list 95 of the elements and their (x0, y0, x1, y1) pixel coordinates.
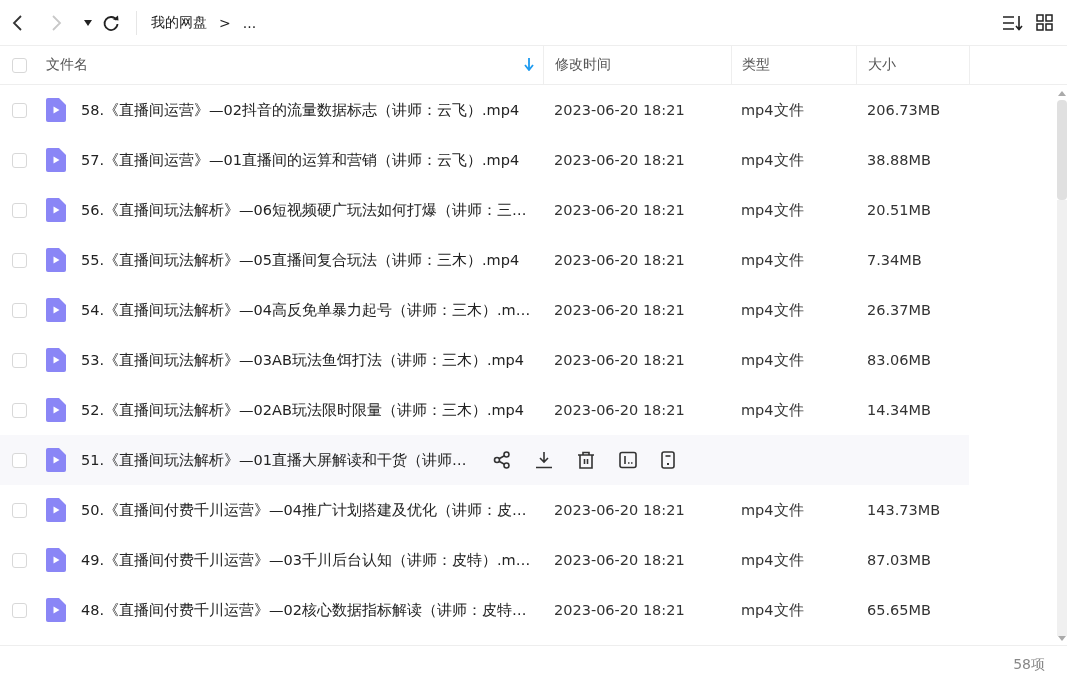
breadcrumb-item[interactable]: ... (242, 14, 257, 31)
video-file-icon (46, 298, 66, 322)
modified-time: 2023-06-20 18:21 (554, 252, 685, 268)
file-size: 14.34MB (867, 402, 931, 418)
file-name[interactable]: 49.《直播间付费千川运营》—03千川后台认知（讲师：皮特）.m… (81, 550, 531, 570)
file-name[interactable]: 57.《直播间运营》—01直播间的运算和营销（讲师：云飞）.mp4 (81, 150, 520, 170)
file-row[interactable]: 51.《直播间玩法解析》—01直播大屏解读和干货（讲师… (0, 435, 969, 485)
row-checkbox[interactable] (12, 552, 27, 568)
row-checkbox[interactable] (12, 502, 27, 518)
row-checkbox[interactable] (12, 202, 27, 218)
file-type: mp4文件 (741, 150, 804, 170)
breadcrumb-item[interactable]: 我的网盘 (151, 13, 207, 32)
file-name[interactable]: 51.《直播间玩法解析》—01直播大屏解读和干货（讲师… (81, 450, 467, 470)
file-size: 206.73MB (867, 102, 941, 118)
file-row[interactable]: 48.《直播间付费千川运营》—02核心数据指标解读（讲师：皮特… 2023-06-20 18:21 mp4文件 65.65MB (0, 585, 969, 635)
video-file-icon (46, 148, 66, 172)
refresh-icon[interactable] (102, 13, 120, 32)
file-row[interactable]: 49.《直播间付费千川运营》—03千川后台认知（讲师：皮特）.m… 2023-06-20 18:21 mp4文件 87.03MB (0, 535, 969, 585)
video-file-icon (46, 198, 66, 222)
details-icon[interactable] (661, 451, 675, 469)
grid-view-icon[interactable] (1036, 14, 1053, 31)
video-file-icon (46, 498, 66, 522)
select-all-checkbox[interactable] (12, 57, 27, 73)
back-button[interactable] (12, 13, 24, 32)
row-checkbox[interactable] (12, 252, 27, 268)
file-size: 38.88MB (867, 152, 931, 168)
video-file-icon (46, 98, 66, 122)
dropdown-caret-icon[interactable] (84, 19, 92, 26)
video-file-icon (46, 448, 66, 472)
file-type: mp4文件 (741, 200, 804, 220)
file-row[interactable]: 55.《直播间玩法解析》—05直播间复合玩法（讲师：三木）.mp4 2023-06-20 18:21 mp4文件 7.34MB (0, 235, 969, 285)
row-checkbox[interactable] (12, 602, 27, 618)
row-checkbox[interactable] (12, 302, 27, 318)
file-type: mp4文件 (741, 500, 804, 520)
row-checkbox[interactable] (12, 152, 27, 168)
download-icon[interactable] (535, 451, 553, 469)
modified-time: 2023-06-20 18:21 (554, 202, 685, 218)
file-type: mp4文件 (741, 100, 804, 120)
file-size: 7.34MB (867, 252, 922, 268)
file-size: 26.37MB (867, 302, 931, 318)
breadcrumb-separator: > (219, 14, 231, 31)
modified-time: 2023-06-20 18:21 (554, 602, 685, 618)
rename-icon[interactable] (619, 451, 637, 469)
modified-time: 2023-06-20 18:21 (554, 552, 685, 568)
file-row[interactable]: 52.《直播间玩法解析》—02AB玩法限时限量（讲师：三木）.mp4 2023-06-20 18:21 mp4文件 14.34MB (0, 385, 969, 435)
row-checkbox[interactable] (12, 352, 27, 368)
column-header[interactable]: 类型 (742, 56, 770, 74)
file-row[interactable]: 58.《直播间运营》—02抖音的流量数据标志（讲师：云飞）.mp4 2023-06-20 18:21 mp4文件 206.73MB (0, 85, 969, 135)
file-name[interactable]: 52.《直播间玩法解析》—02AB玩法限时限量（讲师：三木）.mp4 (81, 400, 525, 420)
file-size: 143.73MB (867, 502, 941, 518)
file-type: mp4文件 (741, 300, 804, 320)
file-type: mp4文件 (741, 400, 804, 420)
file-size: 83.06MB (867, 352, 931, 368)
video-file-icon (46, 598, 66, 622)
row-checkbox[interactable] (12, 402, 27, 418)
share-icon[interactable] (493, 451, 511, 469)
file-row[interactable]: 50.《直播间付费千川运营》—04推广计划搭建及优化（讲师：皮… 2023-06-20 18:21 mp4文件 143.73MB (0, 485, 969, 535)
scroll-up-icon[interactable] (1057, 91, 1066, 96)
file-row[interactable]: 56.《直播间玩法解析》—06短视频硬广玩法如何打爆（讲师：三… 2023-06-20 18:21 mp4文件 20.51MB (0, 185, 969, 235)
file-row[interactable]: 54.《直播间玩法解析》—04高反免单暴力起号（讲师：三木）.m… 2023-06-20 18:21 mp4文件 26.37MB (0, 285, 969, 335)
modified-time: 2023-06-20 18:21 (554, 502, 685, 518)
video-file-icon (46, 348, 66, 372)
scrollbar-thumb[interactable] (1056, 100, 1067, 200)
modified-time: 2023-06-20 18:21 (554, 402, 685, 418)
file-row[interactable]: 53.《直播间玩法解析》—03AB玩法鱼饵打法（讲师：三木）.mp4 2023-06-20 18:21 mp4文件 83.06MB (0, 335, 969, 385)
column-header[interactable]: 大小 (868, 56, 896, 74)
file-name[interactable]: 54.《直播间玩法解析》—04高反免单暴力起号（讲师：三木）.m… (81, 300, 531, 320)
modified-time: 2023-06-20 18:21 (554, 152, 685, 168)
video-file-icon (46, 548, 66, 572)
file-type: mp4文件 (741, 350, 804, 370)
file-type: mp4文件 (741, 550, 804, 570)
file-row[interactable]: 57.《直播间运营》—01直播间的运算和营销（讲师：云飞）.mp4 2023-06-20 18:21 mp4文件 38.88MB (0, 135, 969, 185)
column-header[interactable]: 文件名 (46, 56, 88, 74)
item-count: 58项 (1013, 656, 1045, 674)
modified-time: 2023-06-20 18:21 (554, 102, 685, 118)
row-checkbox[interactable] (12, 452, 27, 468)
modified-time: 2023-06-20 18:21 (554, 352, 685, 368)
file-name[interactable]: 55.《直播间玩法解析》—05直播间复合玩法（讲师：三木）.mp4 (81, 250, 520, 270)
file-size: 65.65MB (867, 602, 931, 618)
sort-icon[interactable] (1002, 14, 1024, 31)
file-name[interactable]: 53.《直播间玩法解析》—03AB玩法鱼饵打法（讲师：三木）.mp4 (81, 350, 525, 370)
file-name[interactable]: 50.《直播间付费千川运营》—04推广计划搭建及优化（讲师：皮… (81, 500, 527, 520)
modified-time: 2023-06-20 18:21 (554, 302, 685, 318)
file-name[interactable]: 58.《直播间运营》—02抖音的流量数据标志（讲师：云飞）.mp4 (81, 100, 520, 120)
video-file-icon (46, 398, 66, 422)
trash-icon[interactable] (577, 451, 595, 469)
column-header[interactable]: 修改时间 (555, 56, 611, 74)
file-name[interactable]: 48.《直播间付费千川运营》—02核心数据指标解读（讲师：皮特… (81, 600, 527, 620)
file-size: 87.03MB (867, 552, 931, 568)
row-checkbox[interactable] (12, 102, 27, 118)
file-name[interactable]: 56.《直播间玩法解析》—06短视频硬广玩法如何打爆（讲师：三… (81, 200, 527, 220)
file-type: mp4文件 (741, 250, 804, 270)
file-type: mp4文件 (741, 600, 804, 620)
video-file-icon (46, 248, 66, 272)
file-size: 20.51MB (867, 202, 931, 218)
